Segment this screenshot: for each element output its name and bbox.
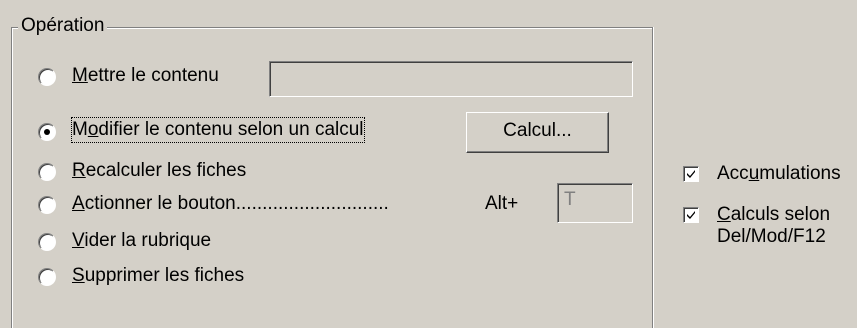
label-accumulations[interactable]: Accumulations bbox=[717, 162, 841, 186]
label-mettre-le-contenu[interactable]: Mettre le contenu bbox=[72, 64, 219, 88]
label-modifier-le-contenu[interactable]: Modifier le contenu selon un calcul bbox=[71, 117, 365, 143]
label-calculs-selon[interactable]: Calculs selon bbox=[717, 203, 830, 227]
label-actionner-le-bouton[interactable]: Actionner le bouton.....................… bbox=[72, 192, 389, 216]
checkbox-calculs-selon[interactable] bbox=[683, 207, 699, 223]
radio-vider-la-rubrique[interactable] bbox=[38, 233, 56, 251]
label-supprimer-les-fiches[interactable]: Supprimer les fiches bbox=[72, 264, 244, 288]
checkbox-accumulations[interactable] bbox=[683, 166, 699, 182]
radio-recalculer-les-fiches[interactable] bbox=[38, 163, 56, 181]
check-icon bbox=[687, 211, 695, 219]
label-vider-la-rubrique[interactable]: Vider la rubrique bbox=[72, 229, 211, 253]
operation-group-title: Opération bbox=[18, 14, 108, 38]
radio-mettre-le-contenu[interactable] bbox=[38, 68, 56, 86]
alt-key-field[interactable]: T bbox=[557, 183, 633, 223]
label-recalculer-les-fiches[interactable]: Recalculer les fiches bbox=[72, 159, 246, 183]
check-icon bbox=[687, 170, 695, 178]
radio-actionner-le-bouton[interactable] bbox=[38, 196, 56, 214]
label-calculs-selon-line2: Del/Mod/F12 bbox=[717, 226, 826, 247]
content-value-field[interactable] bbox=[269, 61, 633, 97]
radio-modifier-le-contenu[interactable] bbox=[38, 123, 56, 141]
alt-shortcut-label: Alt+ bbox=[485, 193, 519, 214]
calcul-button[interactable]: Calcul... bbox=[466, 112, 609, 153]
radio-supprimer-les-fiches[interactable] bbox=[38, 268, 56, 286]
